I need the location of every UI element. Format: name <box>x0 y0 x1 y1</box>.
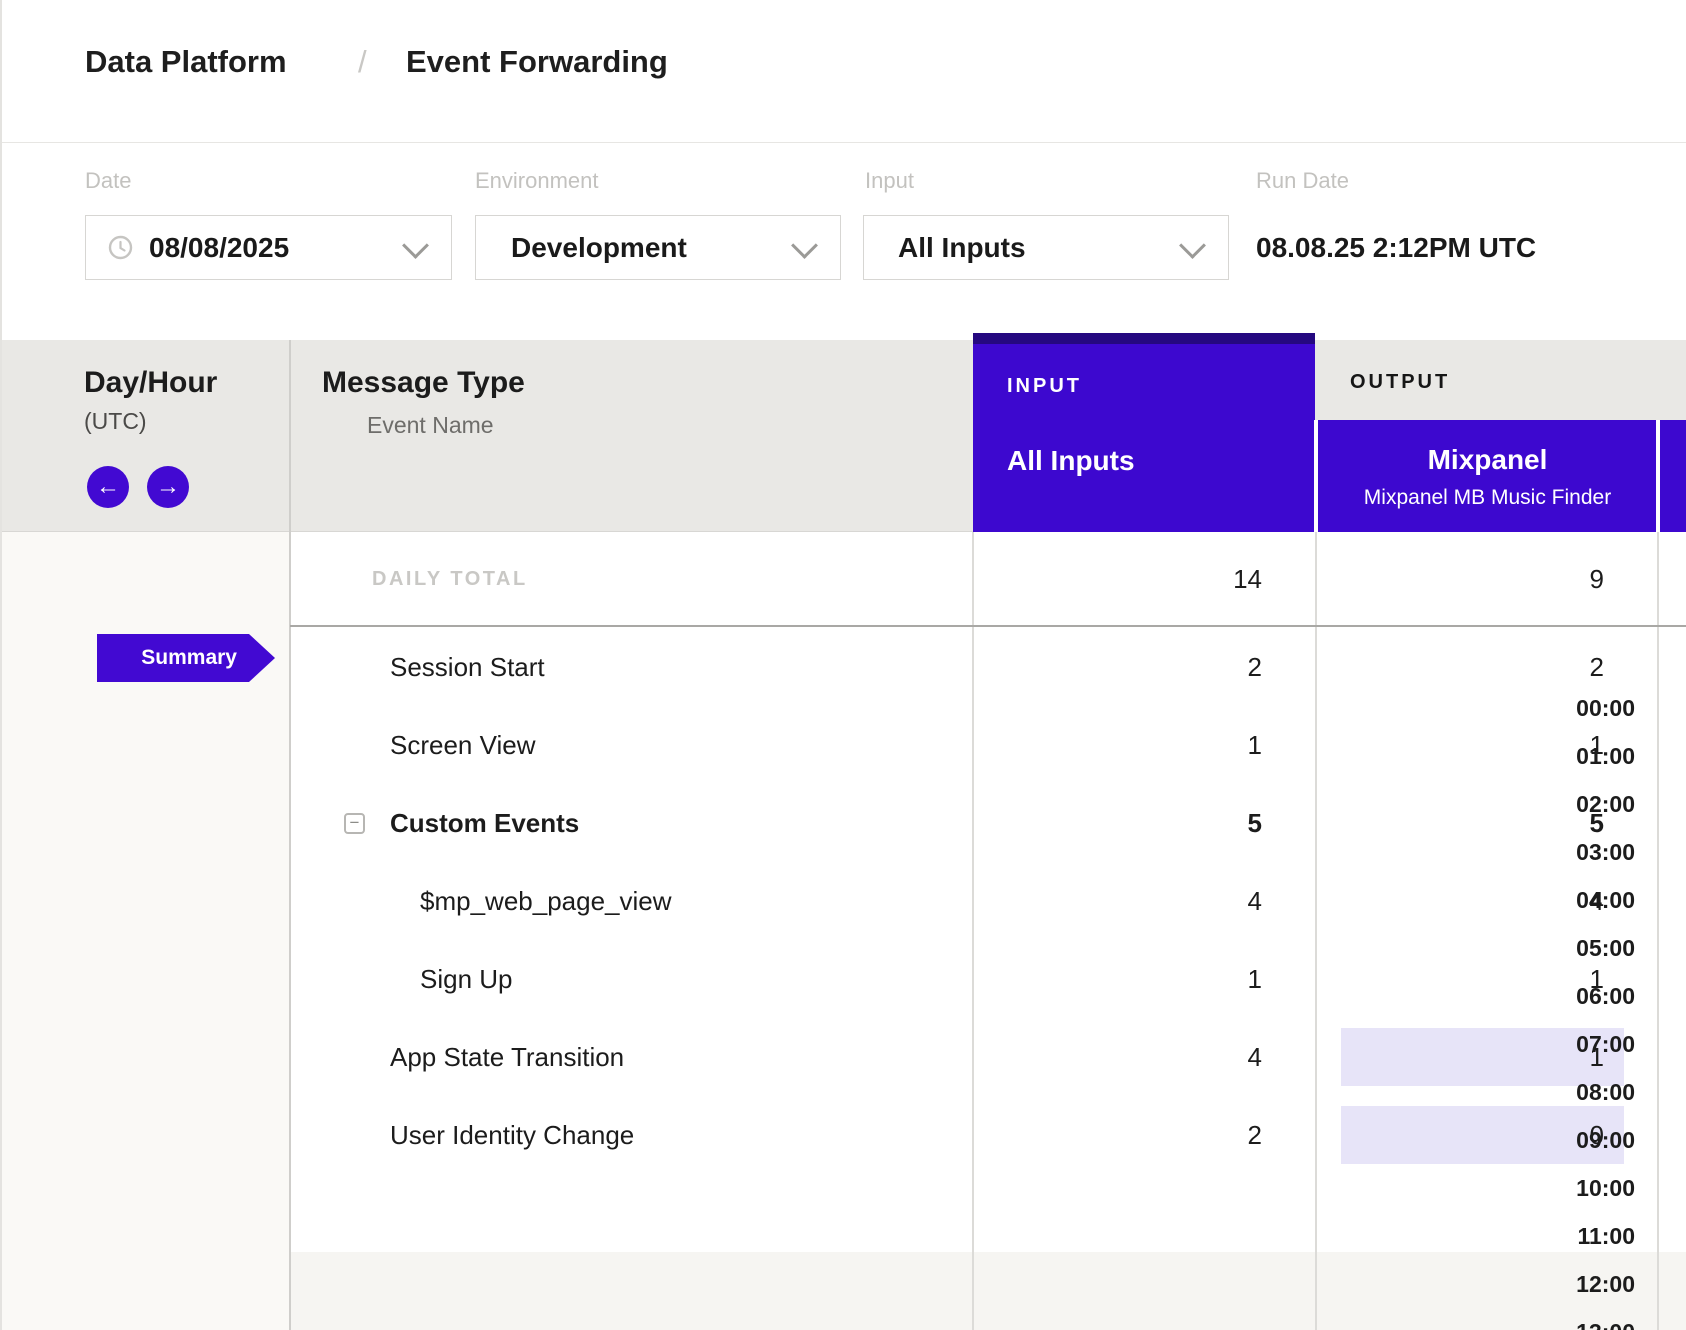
event-row: Sign Up11 <box>290 940 1686 1018</box>
event-row-label: Custom Events <box>390 784 579 862</box>
event-row: Screen View11 <box>290 706 1686 784</box>
input-column-header[interactable]: INPUT All Inputs <box>973 333 1315 532</box>
hour-label[interactable]: 10:00 <box>1576 1164 1635 1212</box>
collapse-toggle-icon[interactable]: − <box>344 813 365 834</box>
input-filter-label: Input <box>865 168 914 194</box>
hour-label[interactable]: 01:00 <box>1576 732 1635 780</box>
summary-badge[interactable]: Summary <box>97 634 249 682</box>
previous-day-button[interactable]: ← <box>87 466 129 508</box>
run-date-value: 08.08.25 2:12PM UTC <box>1256 215 1536 280</box>
input-value-cell: 1 <box>1248 940 1262 1018</box>
breadcrumb-section[interactable]: Data Platform <box>85 42 287 82</box>
hour-label[interactable]: 13:00 <box>1576 1308 1635 1330</box>
input-value-cell: 4 <box>1248 862 1262 940</box>
input-value-cell: 5 <box>1248 784 1262 862</box>
daily-total-label: DAILY TOTAL <box>372 532 528 627</box>
chevron-down-icon <box>791 232 818 259</box>
environment-select-value: Development <box>511 216 687 279</box>
event-row: $mp_web_page_view44 <box>290 862 1686 940</box>
hour-label[interactable]: 04:00 <box>1576 876 1635 924</box>
output-column-subtitle: Mixpanel MB Music Finder <box>1318 486 1657 510</box>
event-name-subtitle: Event Name <box>367 412 494 439</box>
daily-total-divider <box>290 625 1686 627</box>
hour-label[interactable]: 12:00 <box>1576 1260 1635 1308</box>
date-select[interactable]: 08/08/2025 <box>85 215 452 280</box>
hour-label[interactable]: 00:00 <box>1576 684 1635 732</box>
event-row-label: $mp_web_page_view <box>420 862 672 940</box>
date-select-value: 08/08/2025 <box>149 216 289 279</box>
hour-label[interactable]: 03:00 <box>1576 828 1635 876</box>
utc-subtitle: (UTC) <box>84 408 147 435</box>
table-bottom-band <box>290 1252 1686 1330</box>
hour-label[interactable]: 05:00 <box>1576 924 1635 972</box>
input-value-cell: 2 <box>1248 1096 1262 1174</box>
clock-icon <box>108 235 133 265</box>
hour-label[interactable]: 07:00 <box>1576 1020 1635 1068</box>
event-row: User Identity Change20 <box>290 1096 1686 1174</box>
next-output-column-header <box>1660 420 1686 532</box>
input-select[interactable]: All Inputs <box>863 215 1229 280</box>
daily-total-output-value: 9 <box>1590 532 1604 627</box>
next-day-button[interactable]: → <box>147 466 189 508</box>
input-value-cell: 1 <box>1248 706 1262 784</box>
chevron-down-icon <box>1179 232 1206 259</box>
summary-badge-label: Summary <box>97 634 249 682</box>
input-column-accent-strip <box>973 333 1315 344</box>
column-gap <box>1656 420 1660 532</box>
event-row: −Custom Events55 <box>290 784 1686 862</box>
chevron-down-icon <box>402 232 429 259</box>
day-hour-header: Day/Hour <box>84 366 217 400</box>
event-forwarding-page: Data Platform / Event Forwarding Date En… <box>0 0 1686 1330</box>
date-filter-label: Date <box>85 168 131 194</box>
event-row: Session Start22 <box>290 628 1686 706</box>
event-row-label: Sign Up <box>420 940 513 1018</box>
input-value-cell: 2 <box>1248 628 1262 706</box>
message-type-header: Message Type <box>322 366 525 400</box>
output-group-label: OUTPUT <box>1350 371 1450 394</box>
input-column-title: All Inputs <box>1007 445 1135 477</box>
event-row-label: User Identity Change <box>390 1096 634 1174</box>
hour-label[interactable]: 11:00 <box>1577 1212 1635 1260</box>
daily-total-input-value: 14 <box>1233 532 1262 627</box>
page-title: Event Forwarding <box>406 42 668 82</box>
daily-total-row: DAILY TOTAL 14 9 <box>290 532 1686 627</box>
environment-select[interactable]: Development <box>475 215 841 280</box>
input-select-value: All Inputs <box>898 216 1026 279</box>
environment-filter-label: Environment <box>475 168 599 194</box>
event-row: App State Transition41 <box>290 1018 1686 1096</box>
hour-label[interactable]: 02:00 <box>1576 780 1635 828</box>
run-date-label: Run Date <box>1256 168 1349 194</box>
hour-label[interactable]: 09:00 <box>1576 1116 1635 1164</box>
event-row-label: Session Start <box>390 628 545 706</box>
hour-label[interactable]: 06:00 <box>1576 972 1635 1020</box>
header-divider <box>2 142 1686 143</box>
hour-label[interactable]: 08:00 <box>1576 1068 1635 1116</box>
event-row-label: App State Transition <box>390 1018 624 1096</box>
column-gap <box>1314 420 1318 532</box>
input-value-cell: 4 <box>1248 1018 1262 1096</box>
input-group-label: INPUT <box>1007 375 1082 398</box>
output-column-title: Mixpanel <box>1318 444 1657 476</box>
breadcrumb-separator: / <box>358 42 367 82</box>
event-row-label: Screen View <box>390 706 536 784</box>
output-column-header-mixpanel[interactable]: Mixpanel Mixpanel MB Music Finder <box>1318 420 1657 532</box>
